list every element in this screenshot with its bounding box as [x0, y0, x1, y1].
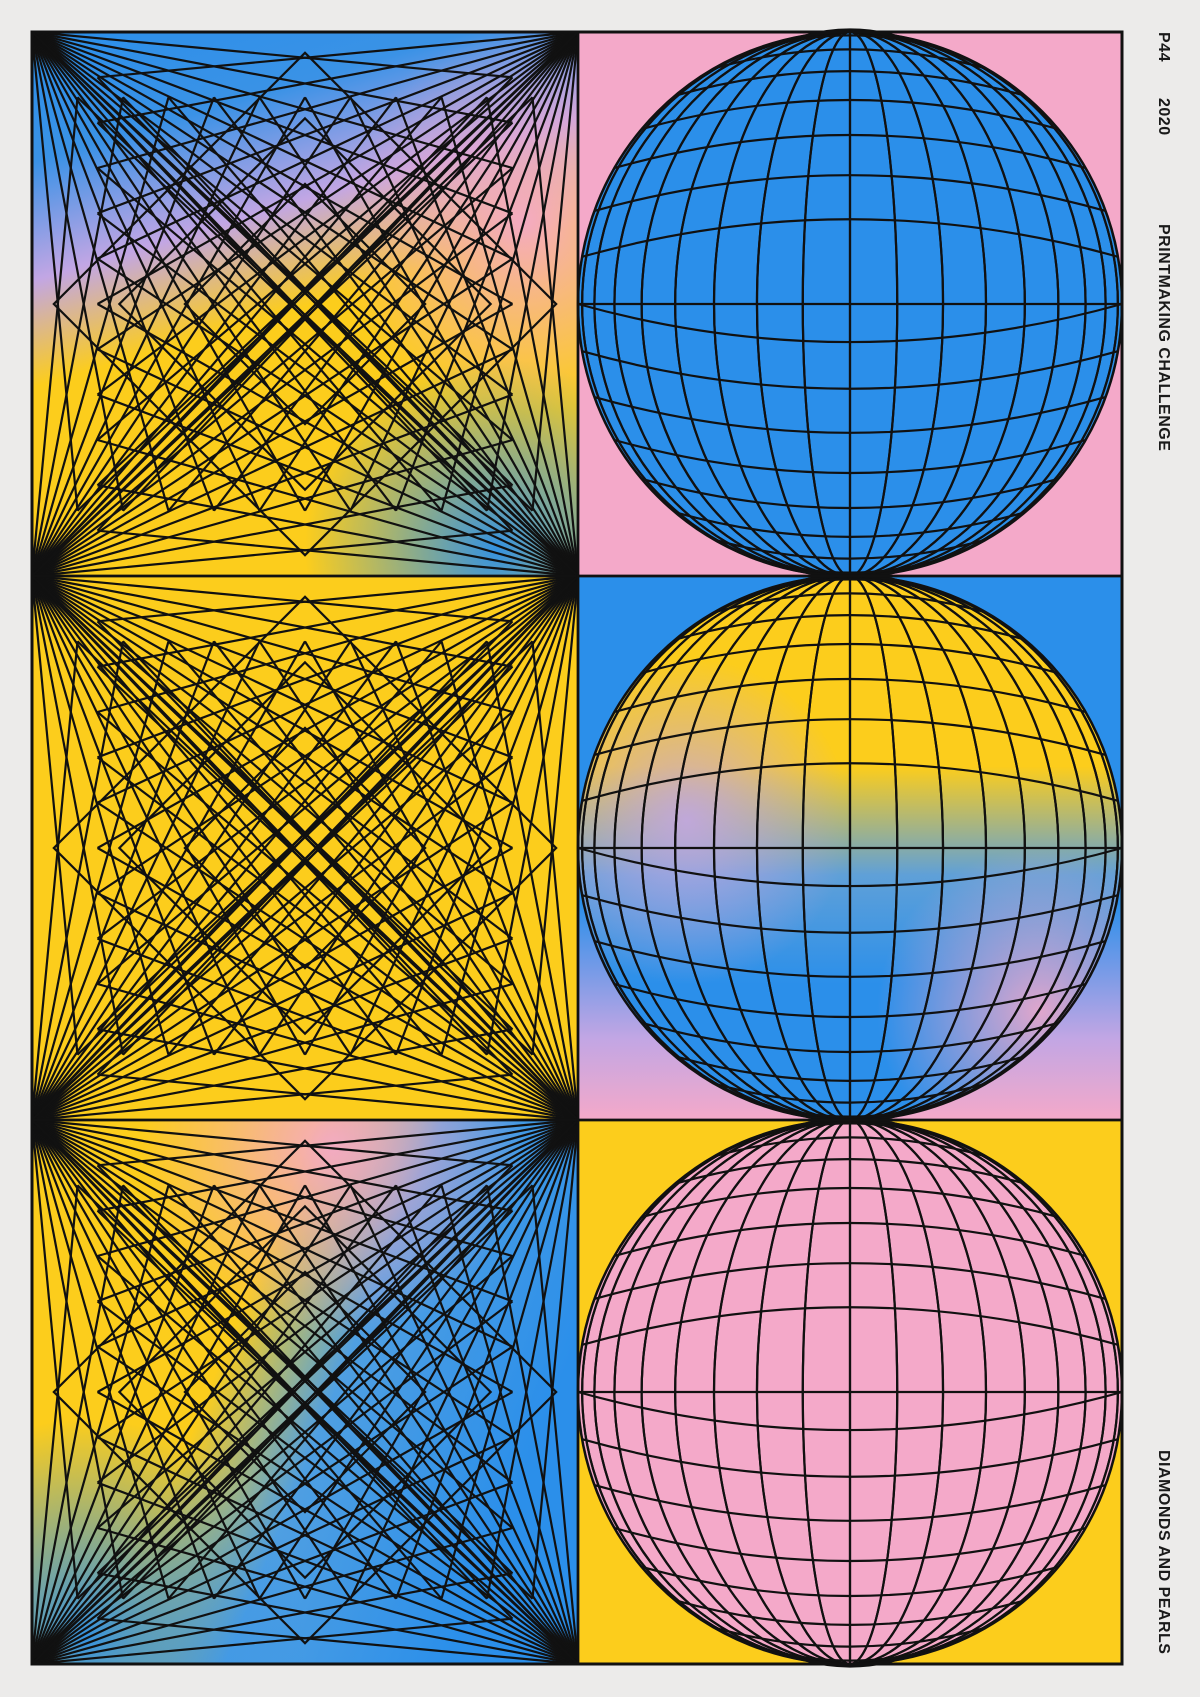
poster-title: PRINTMAKING CHALLENGE [1155, 224, 1172, 452]
poster-code: P44 [1155, 32, 1172, 62]
poster-subtitle: DIAMONDS AND PEARLS [1155, 1450, 1172, 1655]
poster-artwork [30, 28, 1124, 1668]
diamond-middle-panel [32, 576, 578, 1120]
pearl-bottom-lines [576, 1116, 1124, 1668]
pearl-middle-lines [576, 572, 1124, 1124]
pearl-top-lines [576, 28, 1124, 580]
poster-year: 2020 [1155, 98, 1172, 136]
